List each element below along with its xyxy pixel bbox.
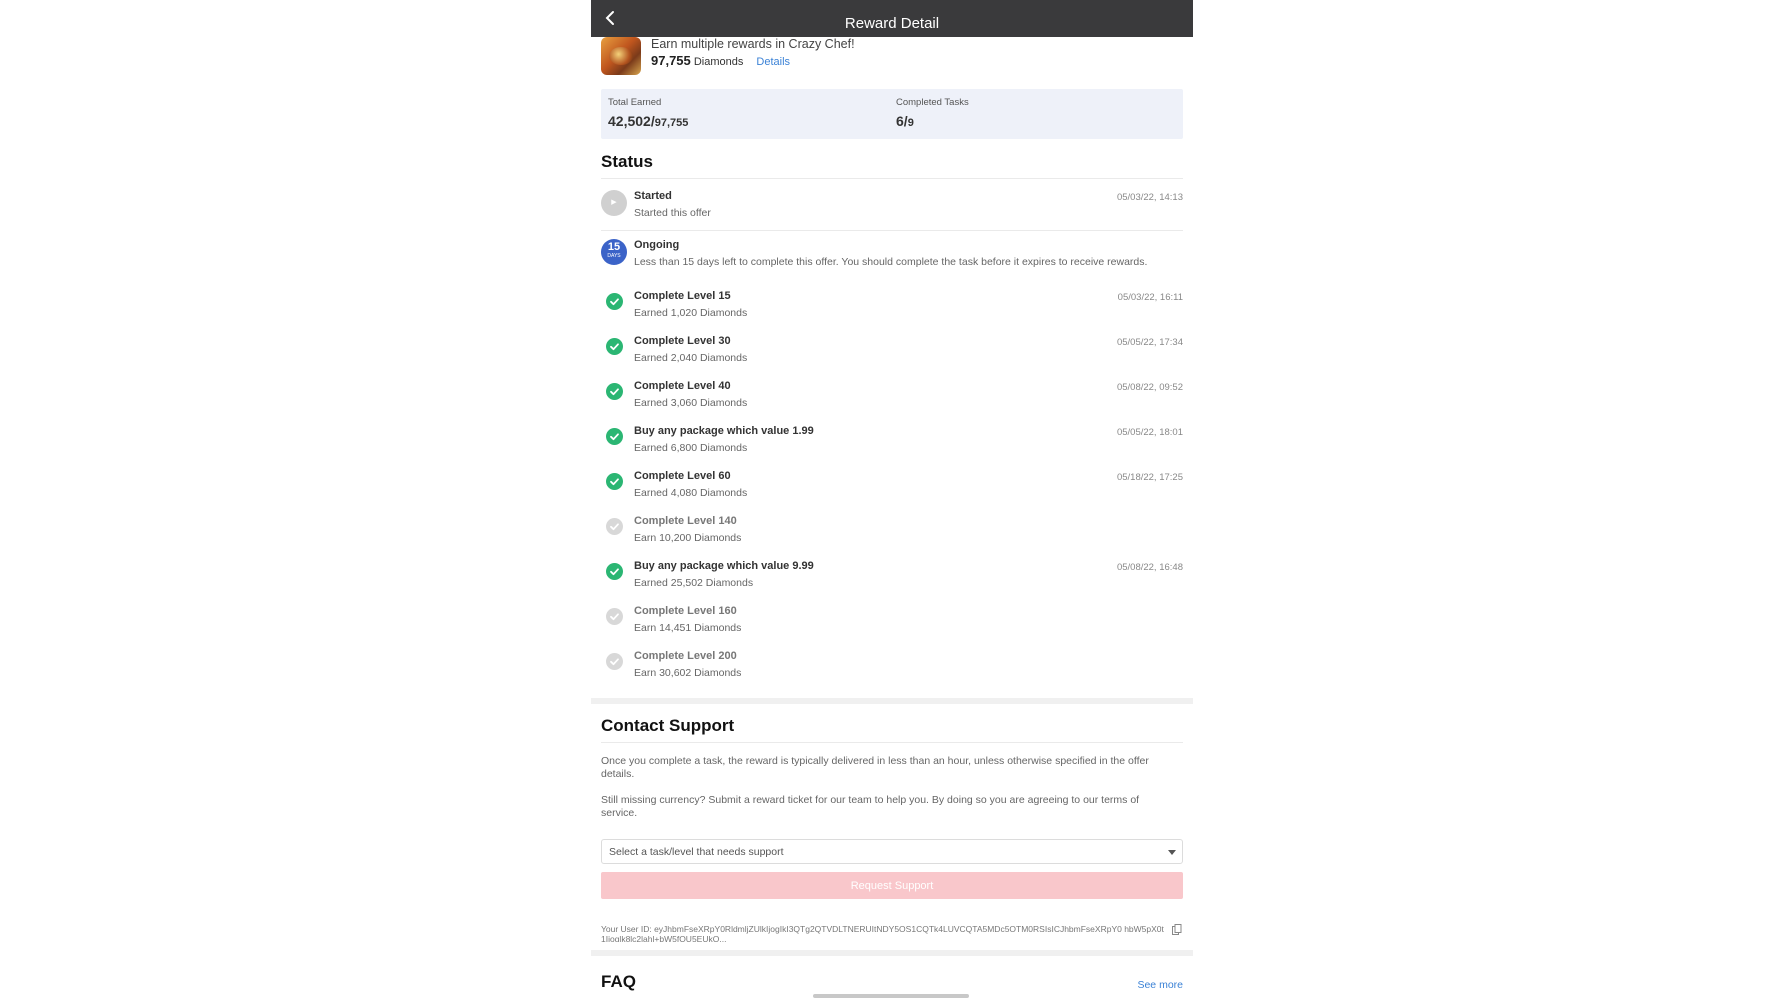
task-row: Complete Level 200 Earn 30,602 Diamonds <box>601 650 1183 686</box>
task-row: Complete Level 140 Earn 10,200 Diamonds <box>601 515 1183 551</box>
pending-check-icon <box>601 650 627 676</box>
completed-tasks-total: 9 <box>907 117 914 129</box>
status-started-time: 05/03/22, 14:13 <box>1116 192 1183 203</box>
status-started: ▶ Started Started this offer 05/03/22, 1… <box>601 190 1183 224</box>
days-left-unit: DAYS <box>607 253 621 259</box>
status-ongoing: 15 DAYS Ongoing Less than 15 days left t… <box>601 239 1183 283</box>
offer-header: Earn multiple rewards in Crazy Chef! 97,… <box>601 37 1183 79</box>
completed-tasks-value: 6/ <box>896 113 908 129</box>
check-circle-icon <box>601 380 627 406</box>
task-row: Complete Level 160 Earn 14,451 Diamonds <box>601 605 1183 641</box>
task-reward: Earned 2,040 Diamonds <box>634 352 748 364</box>
task-time: 05/05/22, 18:01 <box>1116 427 1183 438</box>
home-indicator <box>813 994 969 998</box>
task-name: Complete Level 60 <box>634 470 731 482</box>
task-reward: Earned 4,080 Diamonds <box>634 487 748 499</box>
section-separator <box>591 950 1193 956</box>
task-support-select[interactable]: Select a task/level that needs support <box>601 839 1183 864</box>
task-name: Complete Level 160 <box>634 605 737 617</box>
offer-reward: 97,755 Diamonds Details <box>651 53 790 68</box>
task-reward: Earn 14,451 Diamonds <box>634 622 742 634</box>
task-support-select-placeholder: Select a task/level that needs support <box>609 846 784 858</box>
total-earned-value: 42,502/ <box>608 113 655 129</box>
check-circle-icon <box>601 470 627 496</box>
caret-down-icon <box>1168 850 1176 855</box>
task-row: Complete Level 15 Earned 1,020 Diamonds 05… <box>601 290 1183 326</box>
task-reward: Earned 6,800 Diamonds <box>634 442 748 454</box>
faq-heading: FAQ <box>601 972 636 991</box>
task-reward: Earned 3,060 Diamonds <box>634 397 748 409</box>
check-circle-icon <box>601 560 627 586</box>
task-reward: Earned 25,502 Diamonds <box>634 577 754 589</box>
support-info-text: Once you complete a task, the reward is … <box>601 755 1149 780</box>
task-reward: Earn 30,602 Diamonds <box>634 667 742 679</box>
total-earned-max: 97,755 <box>654 117 689 129</box>
task-time: 05/05/22, 17:34 <box>1116 337 1183 348</box>
offer-currency: Diamonds <box>693 56 744 68</box>
page-title: Reward Detail <box>844 15 940 32</box>
status-started-title: Started <box>634 190 672 202</box>
copy-icon[interactable] <box>1172 923 1182 935</box>
request-support-button[interactable]: Request Support <box>601 872 1183 899</box>
crazy-chef-game-icon <box>601 37 641 75</box>
completed-tasks: Completed Tasks 6/9 <box>896 97 969 129</box>
task-name: Complete Level 40 <box>634 380 731 392</box>
days-left-number: 15 <box>607 241 621 253</box>
user-id-text: Your User ID: eyJhbmFseXRpY0RldmljZUlkIj… <box>601 924 1164 942</box>
started-icon: ▶ <box>601 190 627 216</box>
total-earned-label: Total Earned <box>608 97 662 108</box>
see-more-link[interactable]: See more <box>1137 979 1183 991</box>
offer-amount: 97,755 <box>651 53 691 68</box>
section-separator <box>591 698 1193 704</box>
task-name: Complete Level 140 <box>634 515 737 527</box>
task-row: Complete Level 40 Earned 3,060 Diamonds 05… <box>601 380 1183 416</box>
reward-detail-screen: Reward Detail Earn multiple rewards in C… <box>591 0 1193 1000</box>
top-bar: Reward Detail <box>591 0 1193 37</box>
pending-check-icon <box>601 605 627 631</box>
check-circle-icon <box>601 335 627 361</box>
status-ongoing-subtitle: Less than 15 days left to complete this … <box>634 256 1148 268</box>
status-heading: Status <box>601 152 653 171</box>
task-reward: Earn 10,200 Diamonds <box>634 532 742 544</box>
check-circle-icon <box>601 290 627 316</box>
earnings-summary: Total Earned 42,502/97,755 Completed Tas… <box>601 89 1183 139</box>
support-ticket-text: Still missing currency? Submit a reward … <box>601 794 1140 819</box>
task-name: Buy any package which value 9.99 <box>634 560 814 572</box>
status-ongoing-title: Ongoing <box>634 239 680 251</box>
check-circle-icon <box>601 425 627 451</box>
divider <box>601 230 1183 231</box>
pending-check-icon <box>601 515 627 541</box>
completed-tasks-label: Completed Tasks <box>896 97 969 108</box>
task-row: Complete Level 30 Earned 2,040 Diamonds 05… <box>601 335 1183 371</box>
task-name: Complete Level 30 <box>634 335 731 347</box>
status-started-subtitle: Started this offer <box>634 207 711 219</box>
task-row: Buy any package which value 1.99 Earned 6… <box>601 425 1183 461</box>
task-name: Complete Level 15 <box>634 290 731 302</box>
task-name: Complete Level 200 <box>634 650 737 662</box>
task-time: 05/18/22, 17:25 <box>1116 472 1183 483</box>
task-row: Complete Level 60 Earned 4,080 Diamonds 05… <box>601 470 1183 506</box>
days-left-badge-icon: 15 DAYS <box>601 239 627 265</box>
task-row: Buy any package which value 9.99 Earned 2… <box>601 560 1183 596</box>
task-time: 05/08/22, 16:48 <box>1116 562 1183 573</box>
task-time: 05/03/22, 16:11 <box>1117 292 1183 303</box>
total-earned: Total Earned 42,502/97,755 <box>608 97 688 129</box>
offer-headline: Earn multiple rewards in Crazy Chef! <box>651 37 855 51</box>
task-reward: Earned 1,020 Diamonds <box>634 307 748 319</box>
task-name: Buy any package which value 1.99 <box>634 425 814 437</box>
task-time: 05/08/22, 09:52 <box>1116 382 1183 393</box>
divider <box>601 742 1183 743</box>
contact-support-heading: Contact Support <box>601 716 735 735</box>
divider <box>601 178 1183 179</box>
details-link[interactable]: Details <box>756 56 790 68</box>
